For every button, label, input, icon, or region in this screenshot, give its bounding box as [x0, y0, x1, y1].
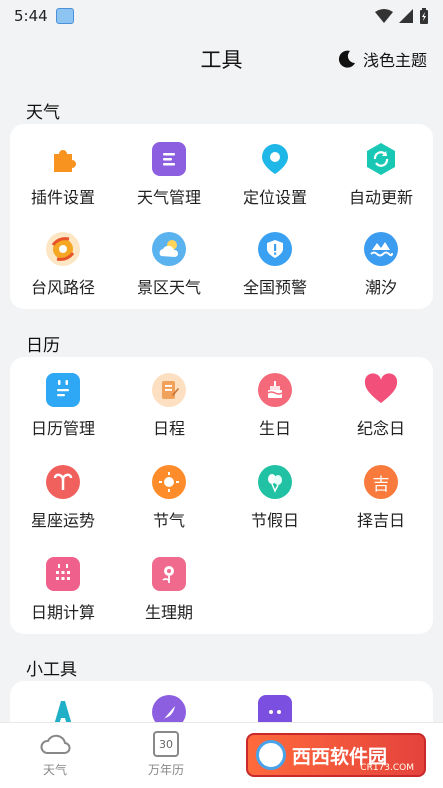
signal-icon	[399, 9, 413, 23]
tool-horoscope[interactable]: 星座运势	[10, 465, 116, 531]
tab-label: 万年历	[147, 763, 184, 777]
tool-label: 纪念日	[356, 419, 405, 438]
tab-label: 天气	[42, 763, 67, 777]
cloud-icon	[40, 734, 71, 754]
warning-shield-icon	[258, 232, 292, 266]
section-label-small-tools: 小工具	[26, 660, 77, 680]
tool-calendar-manage[interactable]: 日历管理	[10, 373, 116, 439]
tool-label: 生理期	[144, 603, 193, 622]
tool-birthday[interactable]: 生日	[222, 373, 328, 439]
typhoon-icon	[46, 232, 80, 266]
tool-auto-update[interactable]: 自动更新	[328, 142, 434, 208]
calendar-day: 30	[159, 737, 173, 751]
refresh-icon	[364, 142, 398, 176]
calendar-list-icon	[46, 373, 80, 407]
tool-label: 生日	[258, 419, 291, 438]
status-bar: 5:44	[0, 0, 443, 32]
cloud-sun-icon	[152, 232, 186, 266]
flower-icon	[152, 557, 186, 591]
tool-schedule[interactable]: 日程	[116, 373, 222, 439]
watermark-sub: CR173.COM	[360, 763, 414, 773]
lucky-glyph: 吉	[372, 474, 390, 495]
sun-icon	[152, 465, 186, 499]
calendar-grid-icon	[46, 557, 80, 591]
balloon-icon	[258, 465, 292, 499]
status-left: 5:44	[14, 7, 74, 25]
aries-icon	[46, 465, 80, 499]
tool-label: 星座运势	[30, 511, 95, 530]
status-time: 5:44	[14, 7, 48, 25]
tool-label: 定位设置	[242, 188, 307, 207]
tool-period[interactable]: 生理期	[116, 557, 222, 623]
tool-auspicious-day[interactable]: 吉 择吉日	[328, 465, 434, 531]
moon-icon	[338, 50, 355, 68]
tool-scenic-weather[interactable]: 景区天气	[116, 232, 222, 298]
wifi-icon	[375, 9, 393, 23]
tool-label: 节假日	[250, 511, 299, 530]
section-label-calendar: 日历	[26, 336, 60, 356]
tool-national-warning[interactable]: 全国预警	[222, 232, 328, 298]
theme-toggle-label: 浅色主题	[362, 51, 427, 70]
tool-tide[interactable]: 潮汐	[328, 232, 434, 298]
tab-perpetual-calendar[interactable]: 30 万年历	[116, 731, 216, 778]
list-icon	[152, 142, 186, 176]
weather-tools-card: 插件设置 天气管理 定位设置 自动更新 台风路径 景区天气 全国预警 潮汐	[10, 124, 433, 309]
tool-label: 台风路径	[30, 278, 95, 297]
calendar-icon: 30	[153, 731, 179, 757]
watermark-logo: 西西软件园 CR173.COM	[246, 733, 426, 777]
tool-label: 日程	[152, 419, 185, 438]
tool-weather-manage[interactable]: 天气管理	[116, 142, 222, 208]
tool-label: 插件设置	[30, 188, 95, 207]
theme-toggle-button[interactable]: 浅色主题	[337, 47, 427, 71]
puzzle-icon	[46, 142, 80, 176]
lucky-icon: 吉	[364, 465, 398, 499]
tool-label: 潮汐	[364, 278, 397, 297]
tab-weather[interactable]: 天气	[5, 731, 105, 778]
calendar-tools-card: 日历管理 日程 生日 纪念日 星座运势 节气 节假日 吉 择吉日 日期计算 生理…	[10, 357, 433, 634]
page-title: 工具	[200, 48, 243, 72]
tool-label: 日期计算	[30, 603, 95, 622]
tool-anniversary[interactable]: 纪念日	[328, 373, 434, 439]
tool-label: 日历管理	[30, 419, 95, 438]
tool-label: 节气	[152, 511, 185, 530]
tool-label: 自动更新	[348, 188, 413, 207]
tool-location-settings[interactable]: 定位设置	[222, 142, 328, 208]
wave-icon	[364, 232, 398, 266]
battery-icon	[420, 8, 428, 24]
cake-icon	[258, 373, 292, 407]
notepad-icon	[152, 373, 186, 407]
tool-date-calculator[interactable]: 日期计算	[10, 557, 116, 623]
app-notification-icon	[55, 8, 74, 24]
tool-typhoon-path[interactable]: 台风路径	[10, 232, 116, 298]
header: 工具 浅色主题	[0, 36, 443, 82]
watermark-circle-icon	[256, 740, 286, 770]
location-pin-icon	[258, 142, 292, 176]
tool-holidays[interactable]: 节假日	[222, 465, 328, 531]
tool-label: 择吉日	[356, 511, 405, 530]
tool-label: 天气管理	[136, 188, 201, 207]
tool-solar-terms[interactable]: 节气	[116, 465, 222, 531]
heart-icon	[364, 373, 398, 407]
tool-label: 景区天气	[136, 278, 201, 297]
section-label-weather: 天气	[26, 103, 60, 123]
tool-label: 全国预警	[242, 278, 307, 297]
status-right	[375, 8, 429, 24]
tool-plugin-settings[interactable]: 插件设置	[10, 142, 116, 208]
